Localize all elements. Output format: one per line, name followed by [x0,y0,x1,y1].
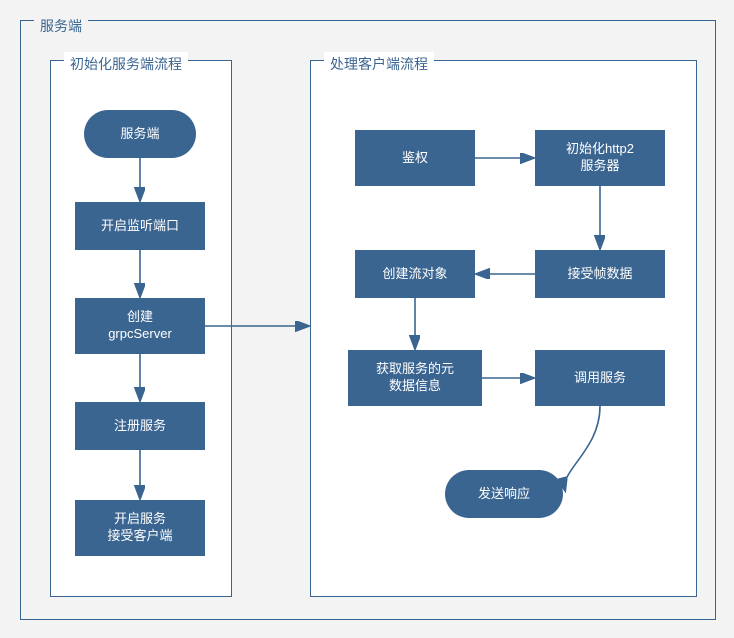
handle-panel-title: 处理客户端流程 [324,52,434,76]
node-meta: 获取服务的元 数据信息 [348,350,482,406]
outer-panel-title: 服务端 [34,14,88,38]
node-auth: 鉴权 [355,130,475,186]
init-panel-title: 初始化服务端流程 [64,52,188,76]
node-start: 服务端 [84,110,196,158]
node-create: 创建 grpcServer [75,298,205,354]
node-frame: 接受帧数据 [535,250,665,298]
node-stream: 创建流对象 [355,250,475,298]
node-register: 注册服务 [75,402,205,450]
diagram-canvas: 服务端 初始化服务端流程 处理客户端流程 服务端 开启监听端口 创建 grpcS… [0,0,734,638]
node-respond: 发送响应 [445,470,563,518]
node-invoke: 调用服务 [535,350,665,406]
node-serve: 开启服务 接受客户端 [75,500,205,556]
node-http2: 初始化http2 服务器 [535,130,665,186]
node-listen: 开启监听端口 [75,202,205,250]
